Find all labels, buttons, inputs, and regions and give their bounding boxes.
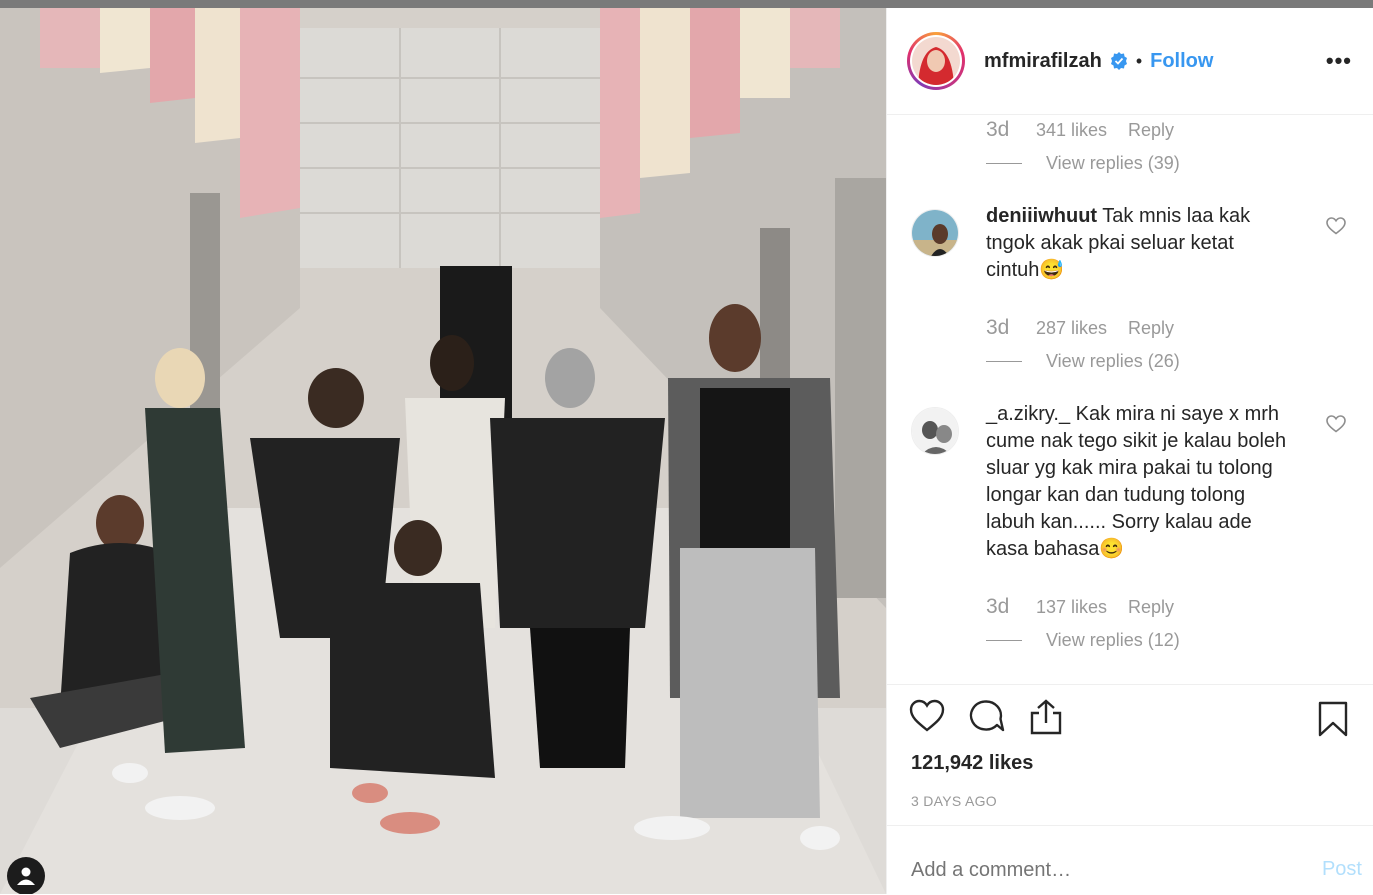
- commenter-avatar-image: [912, 210, 958, 256]
- commenter-username[interactable]: _a.zikry._: [986, 403, 1070, 425]
- comment-time: 3d: [986, 316, 1010, 339]
- comment-icon[interactable]: [969, 699, 1005, 733]
- author-avatar-image: [912, 37, 960, 85]
- post-photo-image: [0, 8, 886, 894]
- post-photo[interactable]: [0, 8, 886, 894]
- follow-button[interactable]: Follow: [1150, 50, 1213, 73]
- more-options-button[interactable]: •••: [1326, 48, 1352, 74]
- commenter-username[interactable]: deniiiwhuut: [986, 205, 1097, 227]
- author-avatar[interactable]: [907, 32, 965, 90]
- comment-item: _a.zikry._ Kak mira ni saye x mrh cume n…: [911, 403, 1351, 587]
- comments-list[interactable]: 3d 341 likes Reply View replies (39) den…: [887, 116, 1373, 684]
- user-icon: [17, 867, 35, 885]
- comment-reply-button[interactable]: Reply: [1128, 597, 1174, 618]
- comment-likes[interactable]: 287 likes: [1036, 318, 1128, 339]
- comment-meta: 3d 341 likes Reply: [986, 118, 1174, 142]
- comment-body: Kak mira ni saye x mrh cume nak tego sik…: [986, 403, 1287, 560]
- comment-text: deniiiwhuut Tak mnis laa kak tngok akak …: [986, 203, 1291, 284]
- view-replies-label: View replies (12): [1046, 630, 1180, 650]
- view-replies-label: View replies (39): [1046, 153, 1180, 173]
- commenter-avatar-image: [912, 408, 958, 454]
- heart-icon[interactable]: [909, 699, 945, 733]
- comment-like-heart-icon[interactable]: [1326, 217, 1346, 235]
- view-replies-button[interactable]: View replies (39): [986, 153, 1180, 174]
- share-icon[interactable]: [1029, 699, 1063, 735]
- comment-text: _a.zikry._ Kak mira ni saye x mrh cume n…: [986, 401, 1291, 563]
- comment-reply-button[interactable]: Reply: [1128, 120, 1174, 141]
- comment-reply-button[interactable]: Reply: [1128, 318, 1174, 339]
- comment-meta: 3d 137 likes Reply: [986, 595, 1174, 619]
- view-replies-button[interactable]: View replies (26): [986, 351, 1180, 372]
- view-replies-line: [986, 163, 1022, 164]
- view-replies-button[interactable]: View replies (12): [986, 630, 1180, 651]
- commenter-avatar[interactable]: [911, 407, 959, 455]
- header-separator: •: [1135, 50, 1143, 71]
- post-comment-button[interactable]: Post: [1322, 858, 1362, 881]
- action-icons: [909, 699, 1063, 735]
- author-username[interactable]: mfmirafilzah: [984, 50, 1102, 73]
- view-replies-line: [986, 361, 1022, 362]
- bookmark-icon[interactable]: [1318, 701, 1348, 737]
- post-header: mfmirafilzah • Follow •••: [887, 8, 1373, 115]
- browser-top-strip: [0, 0, 1373, 8]
- comment-likes[interactable]: 341 likes: [1036, 120, 1128, 141]
- comment-time: 3d: [986, 595, 1010, 618]
- comment-likes[interactable]: 137 likes: [1036, 597, 1128, 618]
- comment-like-heart-icon[interactable]: [1326, 415, 1346, 433]
- post-date[interactable]: 3 DAYS AGO: [911, 793, 997, 809]
- add-comment-bar: Post: [887, 825, 1373, 895]
- view-replies-label: View replies (26): [1046, 351, 1180, 371]
- post-like-count[interactable]: 121,942 likes: [911, 752, 1033, 775]
- verified-badge-icon: [1110, 52, 1127, 70]
- post-actions: 121,942 likes 3 DAYS AGO Post: [887, 684, 1373, 894]
- view-replies-line: [986, 640, 1022, 641]
- comment-meta: 3d 287 likes Reply: [986, 316, 1174, 340]
- commenter-avatar[interactable]: [911, 209, 959, 257]
- post-side-panel: mfmirafilzah • Follow ••• 3d 341 likes R…: [886, 8, 1373, 894]
- add-comment-input[interactable]: [911, 859, 1251, 882]
- comment-time: 3d: [986, 118, 1010, 141]
- user-tag-button[interactable]: [7, 857, 45, 894]
